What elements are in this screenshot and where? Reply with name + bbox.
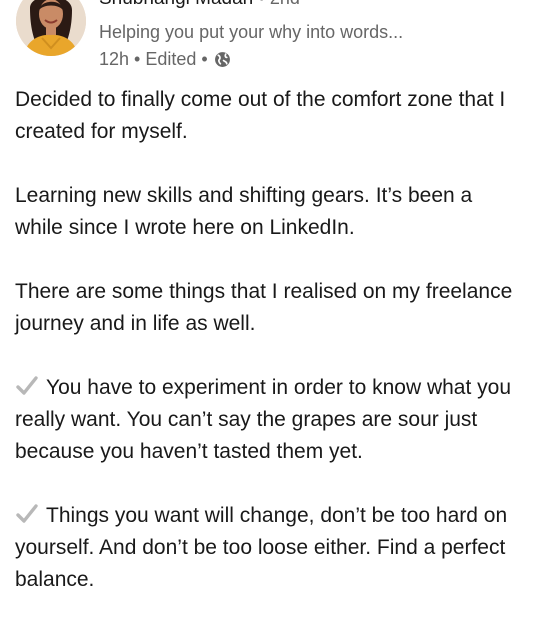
checklist-text: Things you want will change, don’t be to… xyxy=(15,504,508,591)
connection-degree: • 2nd xyxy=(259,0,300,8)
edited-label: Edited xyxy=(145,49,197,69)
post-body: Decided to finally come out of the comfo… xyxy=(15,84,520,628)
post-time: 12h xyxy=(99,49,130,69)
meta-separator: • xyxy=(129,49,146,69)
post-paragraph: There are some things that I realised on… xyxy=(15,280,513,335)
checkmark-icon xyxy=(16,376,38,395)
avatar[interactable] xyxy=(16,0,86,56)
author-headline: Helping you put your why into words... xyxy=(99,22,404,42)
profile-photo-icon xyxy=(16,0,86,56)
post-meta: 12h • Edited • xyxy=(99,47,231,71)
checklist-item: You have to experiment in order to know … xyxy=(15,372,520,468)
post-paragraph: Decided to finally come out of the comfo… xyxy=(15,88,506,143)
author-name[interactable]: Shubhangi Madan xyxy=(99,0,253,9)
globe-icon xyxy=(214,51,230,67)
checkmark-icon xyxy=(16,504,38,523)
post-paragraph: Learning new skills and shifting gears. … xyxy=(15,184,473,239)
post-header: Shubhangi Madan • 2nd Helping you put yo… xyxy=(16,0,526,70)
meta-separator: • xyxy=(196,49,208,69)
checklist-text: You have to experiment in order to know … xyxy=(15,376,512,463)
author-name-line[interactable]: Shubhangi Madan • 2nd xyxy=(99,0,300,11)
checklist-item: Things you want will change, don’t be to… xyxy=(15,500,520,596)
